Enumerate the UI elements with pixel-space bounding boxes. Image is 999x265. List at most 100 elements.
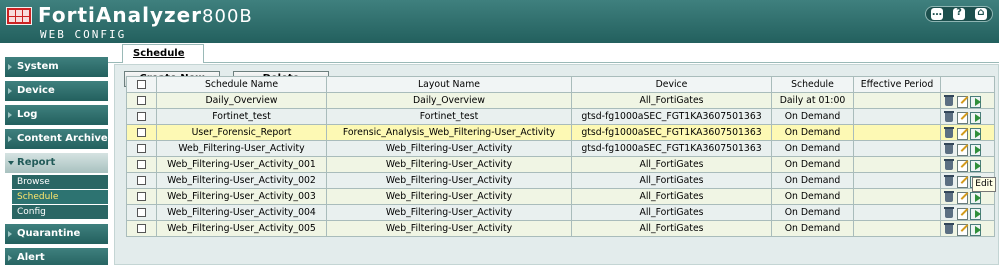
schedule-name-cell: Web_Filtering-User_Activity_003 [156,188,327,205]
schedule-cell: On Demand [771,204,854,221]
table-row: Web_Filtering-User_Activity_001 Web_Filt… [126,156,995,173]
row-checkbox[interactable] [137,128,146,137]
edit-icon[interactable] [957,207,968,220]
run-report-icon[interactable] [970,127,981,140]
help-icon[interactable]: ? [953,8,965,20]
table-row: Fortinet_test Fortinet_test gtsd-fg1000a… [126,108,995,125]
delete-icon[interactable] [944,222,955,235]
sidebar-item-alert[interactable]: Alert [5,248,108,265]
row-checkbox[interactable] [137,96,146,105]
delete-icon[interactable] [944,94,955,107]
column-header-actions [940,76,995,93]
row-checkbox[interactable] [137,224,146,233]
edit-icon[interactable] [957,111,968,124]
edit-icon[interactable] [957,191,968,204]
select-all-checkbox[interactable] [137,80,146,89]
sidebar-item-content-archive[interactable]: Content Archive [5,129,108,149]
schedule-cell: On Demand [771,156,854,173]
row-checkbox[interactable] [137,176,146,185]
tab-schedule[interactable]: Schedule [122,44,204,63]
delete-icon[interactable] [944,126,955,139]
actions-cell [940,204,995,221]
effective-period-cell [853,108,941,125]
schedule-cell: On Demand [771,172,854,189]
sidebar-subitem-config[interactable]: Config [12,205,108,219]
column-header-schedule[interactable]: Schedule [771,76,854,93]
schedule-cell: Daily at 01:00 [771,92,854,109]
row-checkbox[interactable] [137,112,146,121]
chat-icon[interactable]: … [931,8,943,20]
schedule-name-cell: Fortinet_test [156,108,327,125]
column-header-layout-name[interactable]: Layout Name [326,76,572,93]
sidebar-item-quarantine[interactable]: Quarantine [5,224,108,244]
row-checkbox[interactable] [137,160,146,169]
layout-name-cell: Web_Filtering-User_Activity [326,220,572,237]
layout-name-cell: Web_Filtering-User_Activity [326,172,572,189]
tab-divider [108,62,999,63]
run-report-icon[interactable] [970,111,981,124]
run-report-icon[interactable] [970,95,981,108]
sidebar-subitem-browse[interactable]: Browse [12,175,108,189]
layout-name-cell: Web_Filtering-User_Activity [326,156,572,173]
actions-cell [940,140,995,157]
product-model: 800B [202,6,253,27]
table-row: Daily_Overview Daily_Overview All_FortiG… [126,92,995,109]
select-all-cell [126,76,157,93]
table-row: User_Forensic_Report Forensic_Analysis_W… [126,124,995,141]
delete-icon[interactable] [944,190,955,203]
schedule-name-cell: Daily_Overview [156,92,327,109]
actions-cell [940,156,995,173]
edit-icon[interactable] [957,143,968,156]
layout-name-cell: Web_Filtering-User_Activity [326,188,572,205]
edit-icon[interactable] [957,223,968,236]
actions-cell [940,124,995,141]
schedule-name-cell: Web_Filtering-User_Activity [156,140,327,157]
effective-period-cell [853,220,941,237]
effective-period-cell [853,140,941,157]
column-header-effective-period[interactable]: Effective Period [853,76,941,93]
device-cell: All_FortiGates [571,220,772,237]
device-cell: gtsd-fg1000aSEC_FGT1KA3607501363 [571,108,772,125]
edit-icon[interactable] [957,95,968,108]
fortinet-logo-icon [6,7,32,25]
edit-icon[interactable] [957,175,968,188]
edit-tooltip: Edit [972,177,996,192]
actions-cell [940,220,995,237]
logout-icon[interactable]: ⌂ [975,8,987,20]
header-icon-group: … ? ⌂ [925,6,993,22]
schedule-cell: On Demand [771,220,854,237]
effective-period-cell [853,124,941,141]
sidebar-item-report[interactable]: Report [5,153,108,173]
edit-icon[interactable] [957,127,968,140]
column-header-schedule-name[interactable]: Schedule Name [156,76,327,93]
delete-icon[interactable] [944,142,955,155]
sidebar-item-device[interactable]: Device [5,81,108,101]
run-report-icon[interactable] [970,143,981,156]
device-cell: gtsd-fg1000aSEC_FGT1KA3607501363 [571,140,772,157]
run-report-icon[interactable] [970,191,981,204]
sidebar: System Device Log Content Archive Report… [0,43,108,265]
run-report-icon[interactable] [970,223,981,236]
row-checkbox[interactable] [137,192,146,201]
run-report-icon[interactable] [970,159,981,172]
device-cell: All_FortiGates [571,188,772,205]
table-header-row: Schedule Name Layout Name Device Schedul… [126,76,995,93]
sidebar-item-system[interactable]: System [5,57,108,77]
delete-icon[interactable] [944,158,955,171]
delete-icon[interactable] [944,110,955,123]
run-report-icon[interactable] [970,207,981,220]
sidebar-item-log[interactable]: Log [5,105,108,125]
delete-icon[interactable] [944,174,955,187]
table-row: Web_Filtering-User_Activity_003 Web_Filt… [126,188,995,205]
delete-icon[interactable] [944,206,955,219]
web-config-label: WEB CONFIG [40,28,127,41]
device-cell: All_FortiGates [571,204,772,221]
row-checkbox[interactable] [137,144,146,153]
sidebar-subitem-schedule[interactable]: Schedule [12,190,108,204]
device-cell: gtsd-fg1000aSEC_FGT1KA3607501363 [571,124,772,141]
column-header-device[interactable]: Device [571,76,772,93]
table-row: Web_Filtering-User_Activity_002 Web_Filt… [126,172,995,189]
row-checkbox[interactable] [137,208,146,217]
edit-icon[interactable] [957,159,968,172]
table-row: Web_Filtering-User_Activity_005 Web_Filt… [126,220,995,237]
